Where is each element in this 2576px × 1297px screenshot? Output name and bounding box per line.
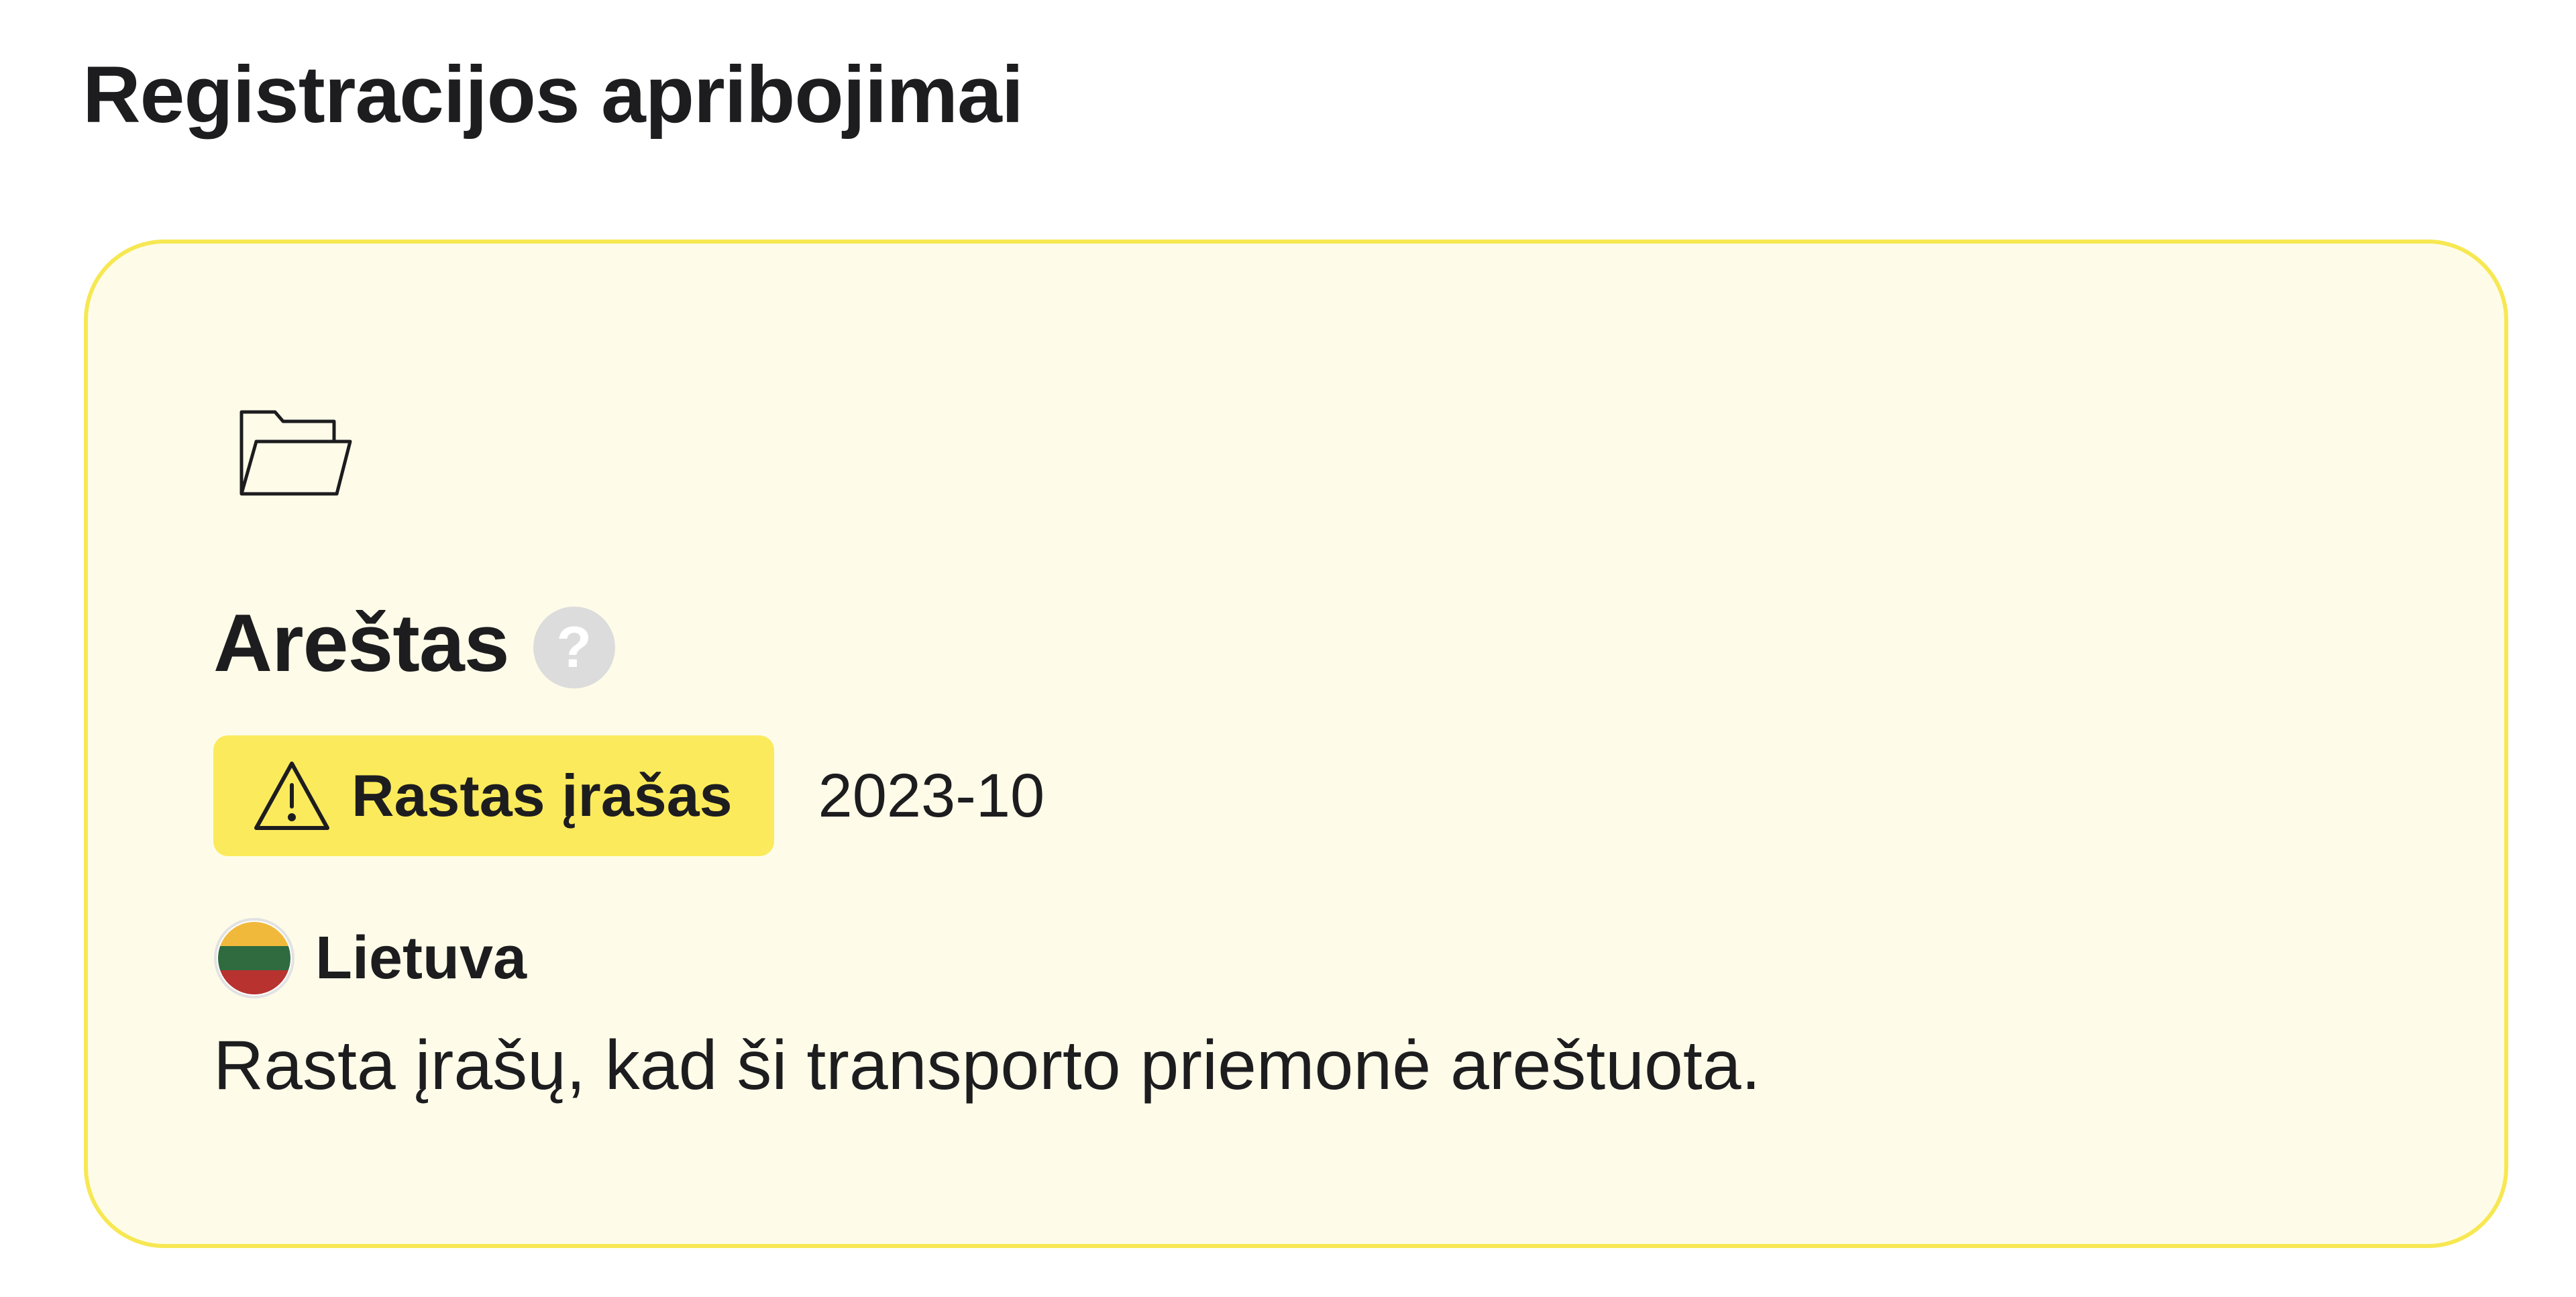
lithuania-flag-icon: [213, 917, 295, 999]
restriction-card: Areštas ? Rastas įrašas 2023-10 Lietuva …: [84, 240, 2508, 1248]
status-badge-label: Rastas įrašas: [352, 762, 733, 829]
status-row: Rastas įrašas 2023-10: [213, 735, 1044, 856]
restriction-title-row: Areštas ?: [213, 586, 615, 700]
question-mark-icon[interactable]: ?: [533, 607, 615, 688]
country-name: Lietuva: [315, 924, 527, 992]
page: Registracijos apribojimai Areštas ? Rast…: [0, 0, 2576, 1297]
warning-triangle-icon: [252, 760, 331, 832]
restriction-title: Areštas: [213, 597, 510, 688]
country-row: Lietuva: [213, 915, 527, 1002]
section-title: Registracijos apribojimai: [83, 50, 1024, 140]
restriction-description: Rasta įrašų, kad ši transporto priemonė …: [213, 1027, 1761, 1104]
folder-icon: [236, 405, 354, 499]
status-badge: Rastas įrašas: [213, 735, 774, 856]
record-date: 2023-10: [818, 761, 1045, 830]
